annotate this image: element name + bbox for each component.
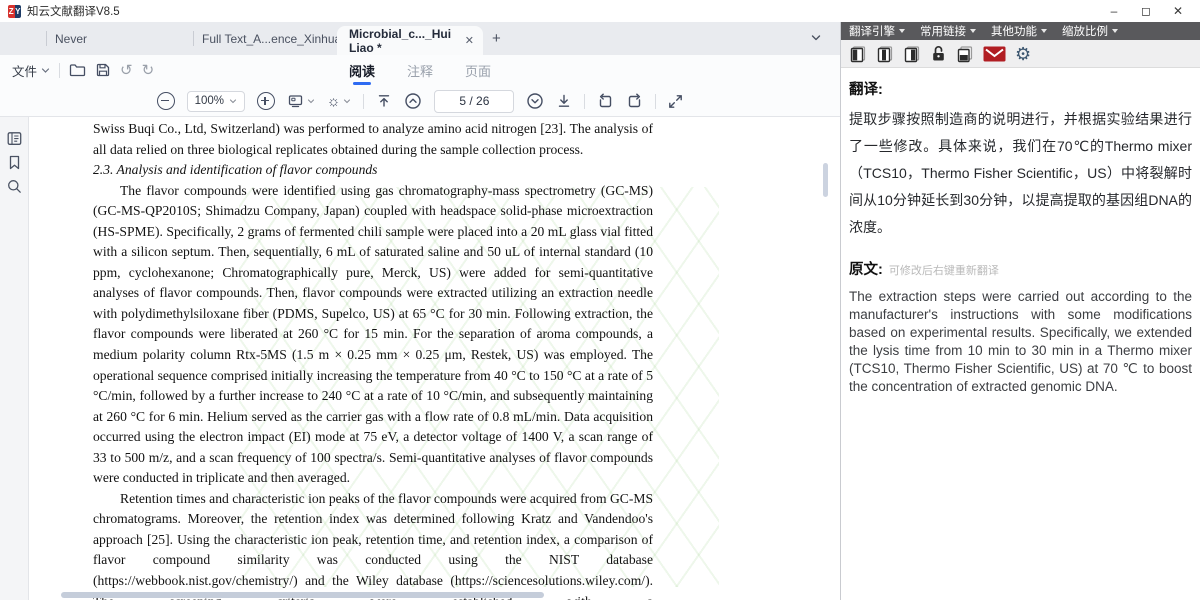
menu-label: 其他功能 (991, 23, 1037, 39)
toolbar-divider (584, 94, 585, 109)
menu-label: 常用链接 (920, 23, 966, 39)
horizontal-scrollbar-thumb[interactable] (61, 592, 544, 598)
zoom-level-value: 100% (195, 95, 224, 107)
original-text[interactable]: The extraction steps were carried out ac… (849, 288, 1192, 396)
caret-down-icon (1041, 29, 1047, 33)
caret-down-icon (899, 29, 905, 33)
vertical-scrollbar-thumb[interactable] (823, 163, 828, 197)
redo-icon[interactable]: ↻ (142, 63, 155, 78)
zoom-in-button[interactable] (257, 92, 275, 110)
document-tab-bar: Never Full Text_A...ence_Xinhua Microbia… (0, 22, 840, 55)
menu-zoom-ratio[interactable]: 缩放比例 (1062, 23, 1118, 39)
app-logo-icon: Z Y (8, 5, 21, 18)
layout-right-icon[interactable] (903, 45, 921, 63)
page-number-input[interactable] (434, 90, 514, 113)
go-to-bottom-button[interactable] (556, 93, 572, 109)
new-tab-button[interactable]: + (492, 22, 501, 55)
bookmark-icon[interactable] (6, 154, 23, 171)
translation-content: 翻译: 提取步骤按照制造商的说明进行，并根据实验结果进行了一些修改。具体来说，我… (841, 68, 1200, 600)
tab-label: Full Text_A...ence_Xinhua (202, 32, 341, 46)
settings-gear-icon[interactable]: ⚙ (1015, 45, 1031, 63)
pdf-paragraph-1: Swiss Buqi Co., Ltd, Switzerland) was pe… (93, 119, 653, 160)
pdf-paragraph-2: The flavor compounds were identified usi… (93, 181, 653, 489)
caret-down-icon (970, 29, 976, 33)
tab-page[interactable]: 页面 (464, 57, 492, 84)
thumbnails-icon[interactable] (6, 130, 23, 147)
page-layout-dropdown[interactable] (287, 93, 315, 109)
pdf-section-heading: 2.3. Analysis and identification of flav… (93, 160, 653, 181)
close-button[interactable]: ✕ (1162, 0, 1194, 22)
search-icon[interactable] (6, 178, 23, 195)
chevron-down-icon (41, 66, 50, 75)
tab-close-icon[interactable]: ✕ (465, 34, 474, 47)
tab-separator (46, 31, 47, 46)
toolbar-divider (59, 63, 60, 78)
layout-left-icon[interactable] (849, 45, 867, 63)
translation-menu-bar: 翻译引擎 常用链接 其他功能 缩放比例 (841, 22, 1200, 40)
translation-panel: 翻译引擎 常用链接 其他功能 缩放比例 (840, 22, 1200, 600)
next-view-button[interactable] (626, 93, 643, 110)
minimize-button[interactable]: – (1098, 0, 1130, 22)
pdf-controls-row: 100% ☼ (0, 85, 840, 117)
previous-view-button[interactable] (597, 93, 614, 110)
page-layout-icon (287, 93, 304, 109)
left-sidebar (0, 117, 29, 600)
toolbar-divider (363, 94, 364, 109)
undo-icon[interactable]: ↺ (120, 63, 133, 78)
open-file-icon[interactable] (69, 62, 86, 78)
pdf-page-viewport: Swiss Buqi Co., Ltd, Switzerland) was pe… (29, 117, 840, 600)
original-label: 原文: (849, 258, 883, 279)
tab-annotate[interactable]: 注释 (406, 57, 434, 84)
zoom-level-dropdown[interactable]: 100% (187, 91, 245, 112)
pdf-reader-pane: Never Full Text_A...ence_Xinhua Microbia… (0, 22, 840, 600)
app-window: Z Y 知云文献翻译V8.5 – ◻ ✕ Never Full Text_A..… (0, 0, 1200, 600)
chevron-down-icon (343, 97, 351, 105)
mail-icon[interactable] (983, 46, 1006, 62)
menu-label: 缩放比例 (1062, 23, 1108, 39)
reader-toolbar: 文件 ↺ ↻ 阅读 (0, 55, 840, 117)
menu-label: 翻译引擎 (849, 23, 895, 39)
tab-label: Microbial_c..._Hui Liao * (349, 27, 459, 55)
menu-common-links[interactable]: 常用链接 (920, 23, 976, 39)
save-icon[interactable] (95, 62, 111, 78)
brightness-sun-icon: ☼ (327, 94, 341, 109)
caret-down-icon (1112, 29, 1118, 33)
layout-center-icon[interactable] (876, 45, 894, 63)
unlock-icon[interactable] (930, 45, 947, 63)
view-mode-tabs: 阅读 注释 页面 (348, 55, 492, 85)
file-menu-button[interactable]: 文件 (12, 61, 50, 80)
tab-separator (193, 31, 194, 46)
translation-toolbar: ⚙ (841, 40, 1200, 68)
chevron-down-icon (229, 97, 237, 105)
pdf-page-text: Swiss Buqi Co., Ltd, Switzerland) was pe… (93, 119, 653, 600)
copy-pages-icon[interactable] (956, 45, 974, 63)
brightness-dropdown[interactable]: ☼ (327, 94, 352, 109)
toolbar-divider (655, 94, 656, 109)
zoom-out-button[interactable] (157, 92, 175, 110)
translation-label: 翻译: (849, 78, 1192, 99)
app-title: 知云文献翻译V8.5 (27, 3, 120, 19)
window-controls: – ◻ ✕ (1098, 0, 1194, 22)
maximize-button[interactable]: ◻ (1130, 0, 1162, 22)
go-to-top-button[interactable] (376, 93, 392, 109)
tab-never[interactable]: Never (55, 22, 87, 55)
tab-read[interactable]: 阅读 (348, 57, 376, 84)
chevron-down-icon (307, 97, 315, 105)
next-page-button[interactable] (526, 92, 544, 110)
title-bar: Z Y 知云文献翻译V8.5 – ◻ ✕ (0, 0, 1200, 22)
previous-page-button[interactable] (404, 92, 422, 110)
pdf-paragraph-3: Retention times and characteristic ion p… (93, 489, 653, 600)
tab-microbial-active[interactable]: Microbial_c..._Hui Liao * ✕ (337, 26, 483, 55)
tab-list-chevron-down-icon[interactable] (810, 32, 822, 44)
file-menu-label: 文件 (12, 61, 37, 80)
tab-label: Never (55, 32, 87, 46)
logo-letter-y: Y (15, 5, 22, 18)
menu-other-functions[interactable]: 其他功能 (991, 23, 1047, 39)
tab-fulltext[interactable]: Full Text_A...ence_Xinhua (202, 22, 341, 55)
fullscreen-expand-button[interactable] (668, 94, 683, 109)
menu-translation-engine[interactable]: 翻译引擎 (849, 23, 905, 39)
translation-text: 提取步骤按照制造商的说明进行，并根据实验结果进行了一些修改。具体来说，我们在70… (849, 106, 1192, 241)
original-hint: 可修改后右键重新翻译 (889, 262, 999, 278)
